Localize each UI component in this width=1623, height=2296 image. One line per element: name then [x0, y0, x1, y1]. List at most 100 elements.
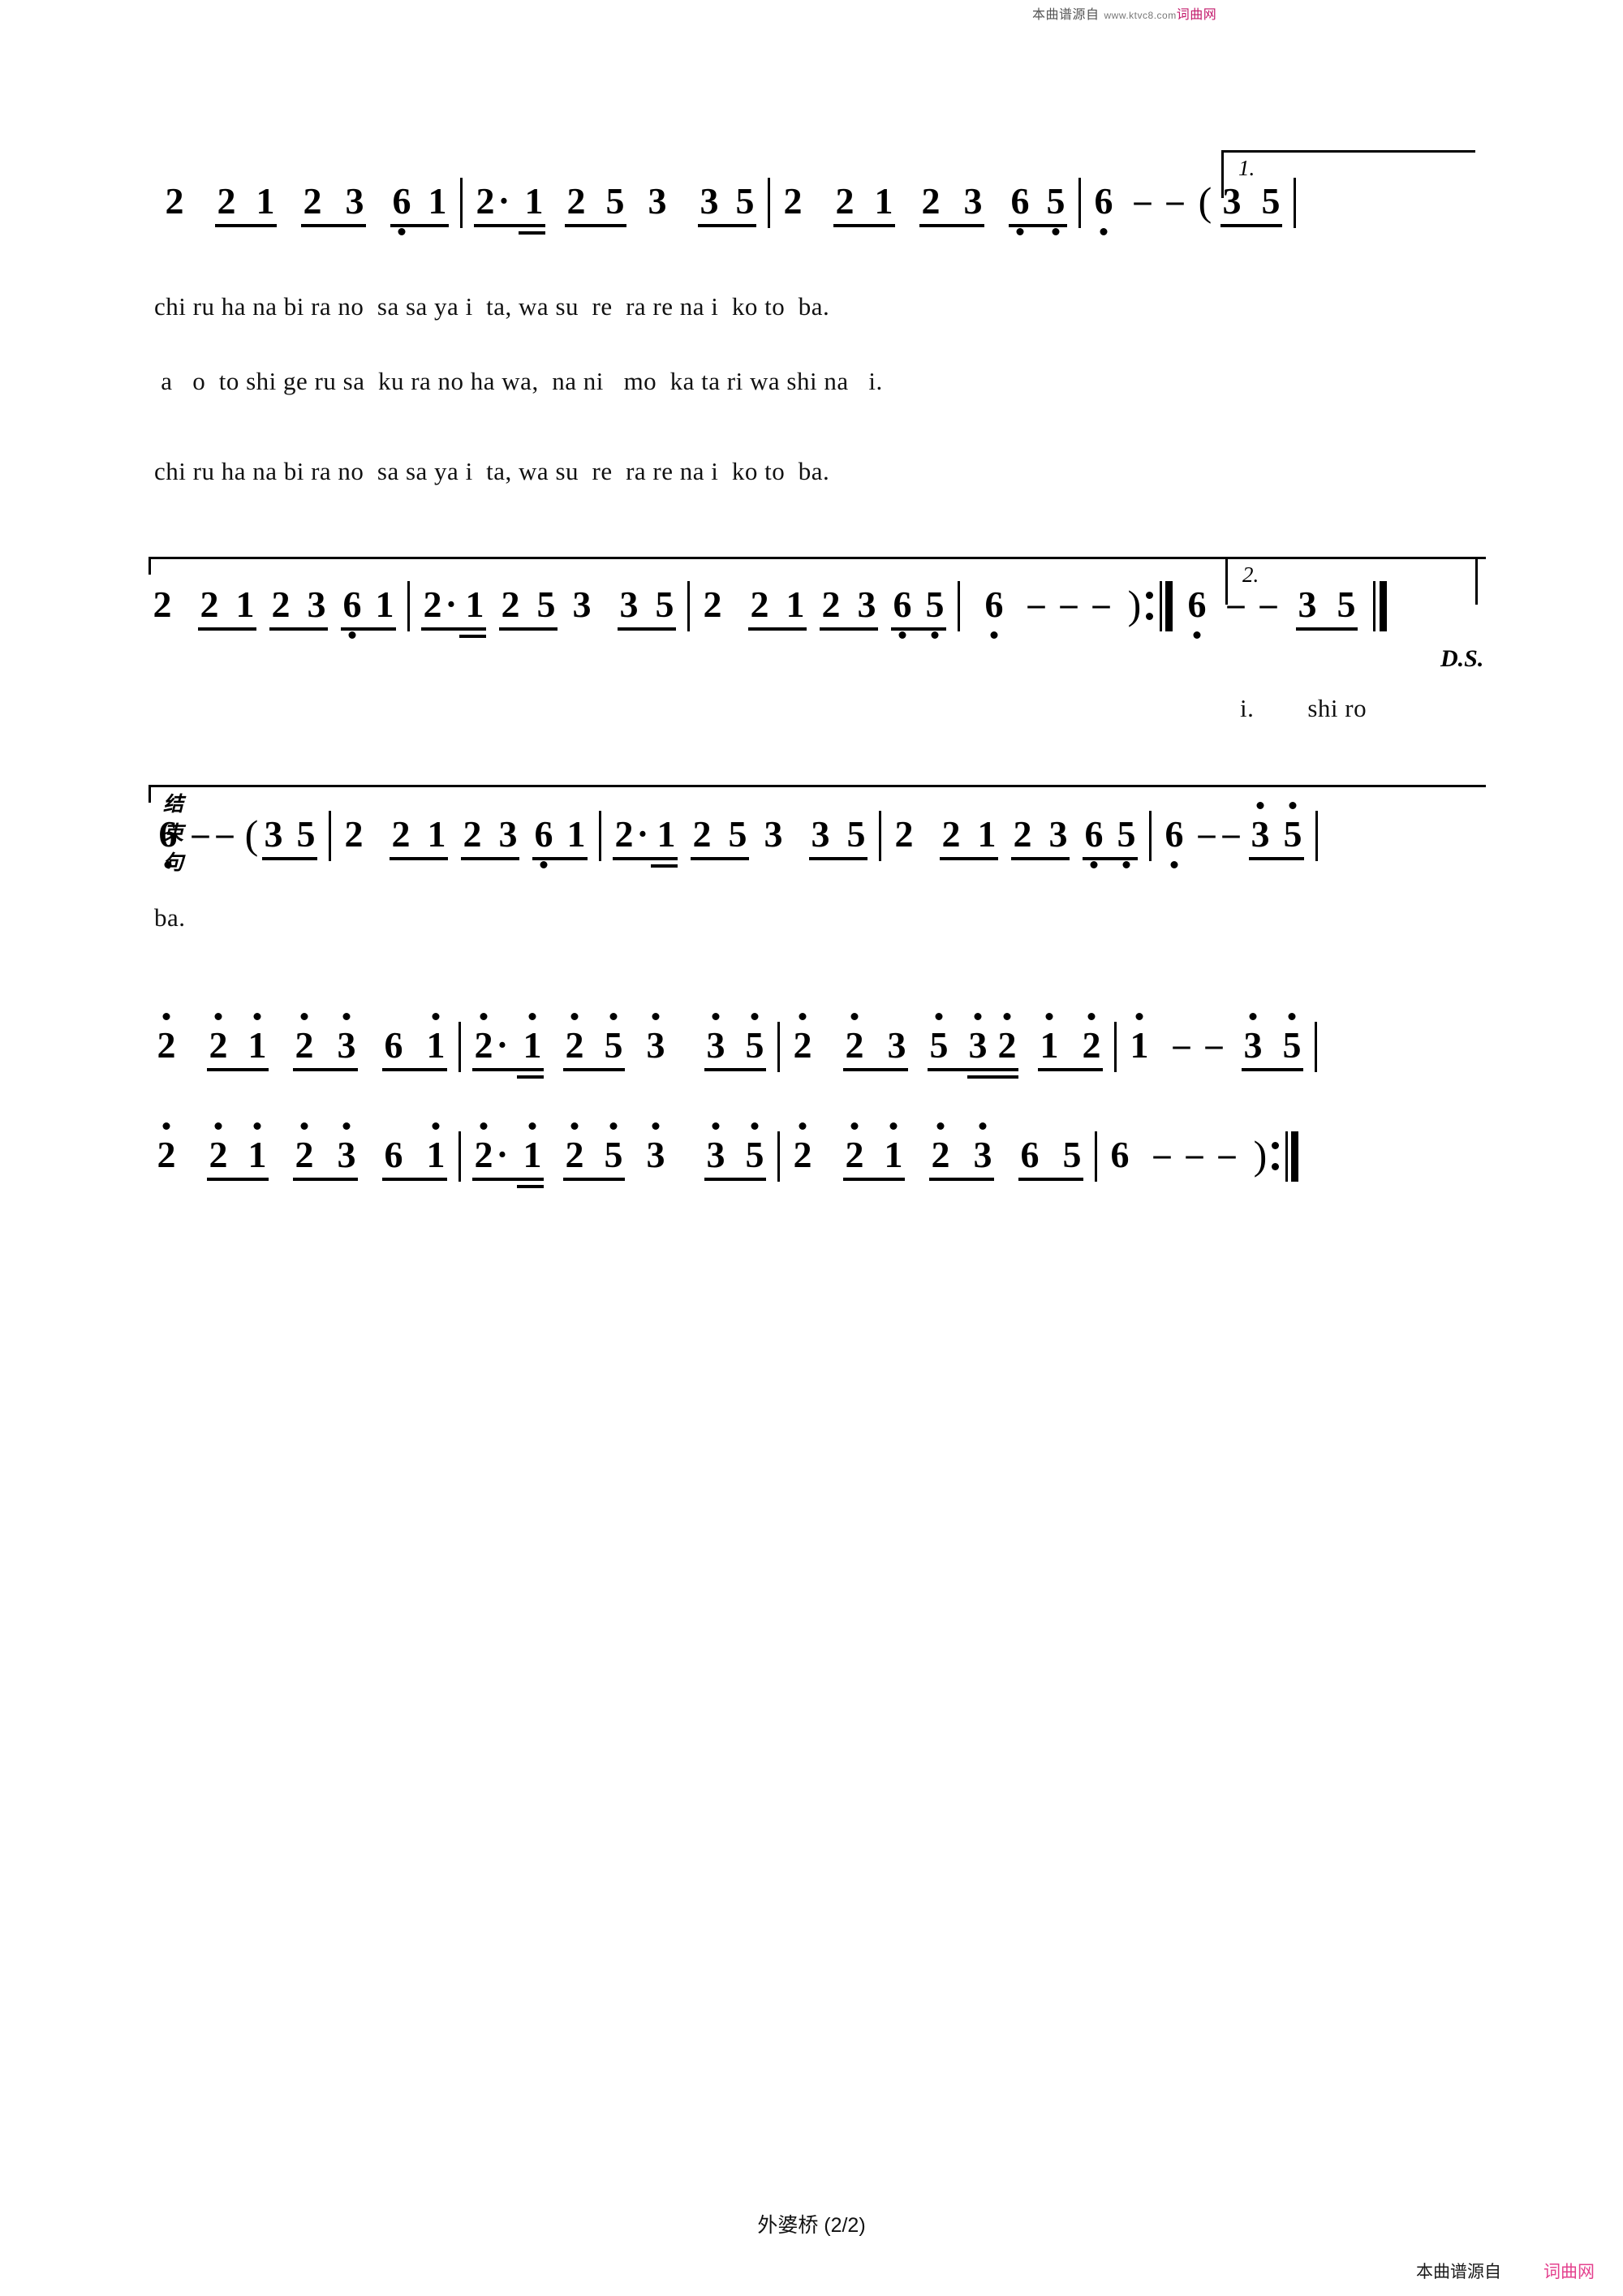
- duration-dash: –: [216, 816, 234, 853]
- note: 2: [206, 1013, 230, 1064]
- note: 2: [292, 1122, 316, 1174]
- volta-2-label: 2.: [1242, 562, 1259, 587]
- beam-group: 2 · 1: [471, 1013, 545, 1079]
- note: 3: [619, 584, 639, 625]
- note: 6: [890, 586, 915, 639]
- beam-group: 65: [1018, 1134, 1084, 1181]
- beam-group: 61: [532, 816, 588, 868]
- octave-low-dot: [1052, 228, 1060, 235]
- note: 6: [1020, 1134, 1040, 1175]
- octave-high-dot: [1045, 1013, 1053, 1020]
- beam-group: 23: [292, 1122, 359, 1181]
- note: 1: [1037, 1013, 1061, 1064]
- beam-group: 35: [1220, 183, 1283, 227]
- barline: [687, 581, 690, 631]
- octave-low-dot: [1016, 228, 1024, 235]
- octave-high-dot: [1003, 1013, 1011, 1020]
- octave-high-dot: [300, 1122, 308, 1130]
- beam-group: 25: [690, 813, 750, 860]
- note: 1: [1127, 1013, 1152, 1064]
- note: 2: [894, 813, 914, 855]
- duration-dash: –: [1027, 586, 1045, 623]
- octave-high-dot: [570, 1122, 579, 1130]
- octave-high-dot: [1288, 1013, 1296, 1020]
- note: 1: [427, 813, 446, 855]
- octave-low-dot: [931, 631, 939, 639]
- note: 5: [927, 1013, 951, 1064]
- octave-low-dot: [1193, 631, 1201, 639]
- octave-high-dot: [214, 1122, 222, 1130]
- lyric-line-1: chi ru ha na bi ra no sa sa ya i ta, wa …: [154, 292, 830, 321]
- note: 2: [206, 1122, 230, 1174]
- note: 3: [1298, 584, 1317, 625]
- duration-dash: –: [1198, 816, 1216, 853]
- beam-group: 23: [919, 183, 985, 227]
- beam-group: 2 · 1: [420, 586, 487, 638]
- beam-group: 61: [381, 1013, 448, 1071]
- note: 6: [1091, 183, 1116, 235]
- barline: [777, 1131, 780, 1182]
- note: 3: [334, 1122, 359, 1174]
- lyric-line-3: chi ru ha na bi ra no sa sa ya i ta, wa …: [154, 457, 830, 485]
- close-paren: ): [1253, 1132, 1268, 1178]
- note: 5: [743, 1122, 767, 1174]
- duration-dash: –: [1186, 1136, 1203, 1174]
- beam-group: 25: [562, 1013, 626, 1071]
- note: 1: [375, 584, 394, 625]
- watermark-bottom: 本曲谱源自 词曲网: [1416, 2259, 1595, 2283]
- watermark-top-label: 本曲谱源自: [1032, 8, 1100, 22]
- duration-dash: –: [1060, 586, 1078, 623]
- note: 6: [1110, 1134, 1130, 1175]
- note: 2: [835, 180, 855, 222]
- open-paren: (: [244, 812, 259, 857]
- note: 2: [1079, 1013, 1104, 1064]
- octave-high-dot: [253, 1013, 261, 1020]
- note: 1: [245, 1013, 269, 1064]
- duration-dash: –: [192, 816, 209, 853]
- beam-group: 61: [390, 183, 450, 235]
- octave-high-dot: [652, 1122, 660, 1130]
- beam-group: 2 · 1: [612, 816, 678, 868]
- octave-high-dot: [342, 1013, 351, 1020]
- beam-group: 23: [928, 1122, 995, 1181]
- octave-high-dot: [253, 1122, 261, 1130]
- beam-group: 35: [808, 816, 868, 860]
- beam-group: 61: [381, 1122, 448, 1181]
- note: 2: [463, 813, 482, 855]
- music-line-3: 6 – – ( 35 2 21 23 61 2 · 1 25 3 35 2 2 …: [156, 802, 1328, 913]
- note: 2: [750, 584, 769, 625]
- note: 3: [966, 1013, 990, 1064]
- octave-low-dot: [1170, 861, 1178, 868]
- watermark-bottom-site: 词曲网: [1543, 2263, 1595, 2281]
- watermark-bottom-label: 本曲谱源自: [1416, 2263, 1501, 2281]
- octave-high-dot: [751, 1122, 759, 1130]
- barline: [768, 178, 770, 228]
- octave-low-dot: [164, 861, 172, 868]
- note: 6: [982, 586, 1006, 639]
- note: 1: [424, 1122, 448, 1174]
- duration-dash: –: [1227, 586, 1245, 623]
- beam-group: 532: [927, 1013, 1019, 1079]
- octave-low-dot: [1100, 228, 1108, 235]
- note: 3: [704, 1122, 728, 1174]
- note: 3: [857, 584, 876, 625]
- note: 2: [1013, 813, 1032, 855]
- note: 2: [501, 584, 520, 625]
- octave-high-dot: [799, 1122, 807, 1130]
- octave-high-dot: [480, 1122, 488, 1130]
- augmentation-dot: ·: [496, 1025, 509, 1065]
- note: 2: [566, 180, 586, 222]
- volta-1-label: 1.: [1238, 156, 1255, 180]
- note: 2: [344, 813, 364, 855]
- watermark-top: 本曲谱源自 www.ktvc8.com词曲网: [1032, 3, 1216, 23]
- ds-marking: D.S.: [1440, 645, 1484, 672]
- note: 2: [692, 813, 712, 855]
- system-divider-tick-2: [149, 785, 151, 803]
- octave-high-dot: [300, 1013, 308, 1020]
- duration-dash: –: [1259, 586, 1277, 623]
- note: 2: [292, 1013, 316, 1064]
- beam-group: 21: [939, 816, 999, 860]
- note: 3: [345, 180, 364, 222]
- note: 1: [235, 584, 255, 625]
- note: 6: [384, 1134, 403, 1175]
